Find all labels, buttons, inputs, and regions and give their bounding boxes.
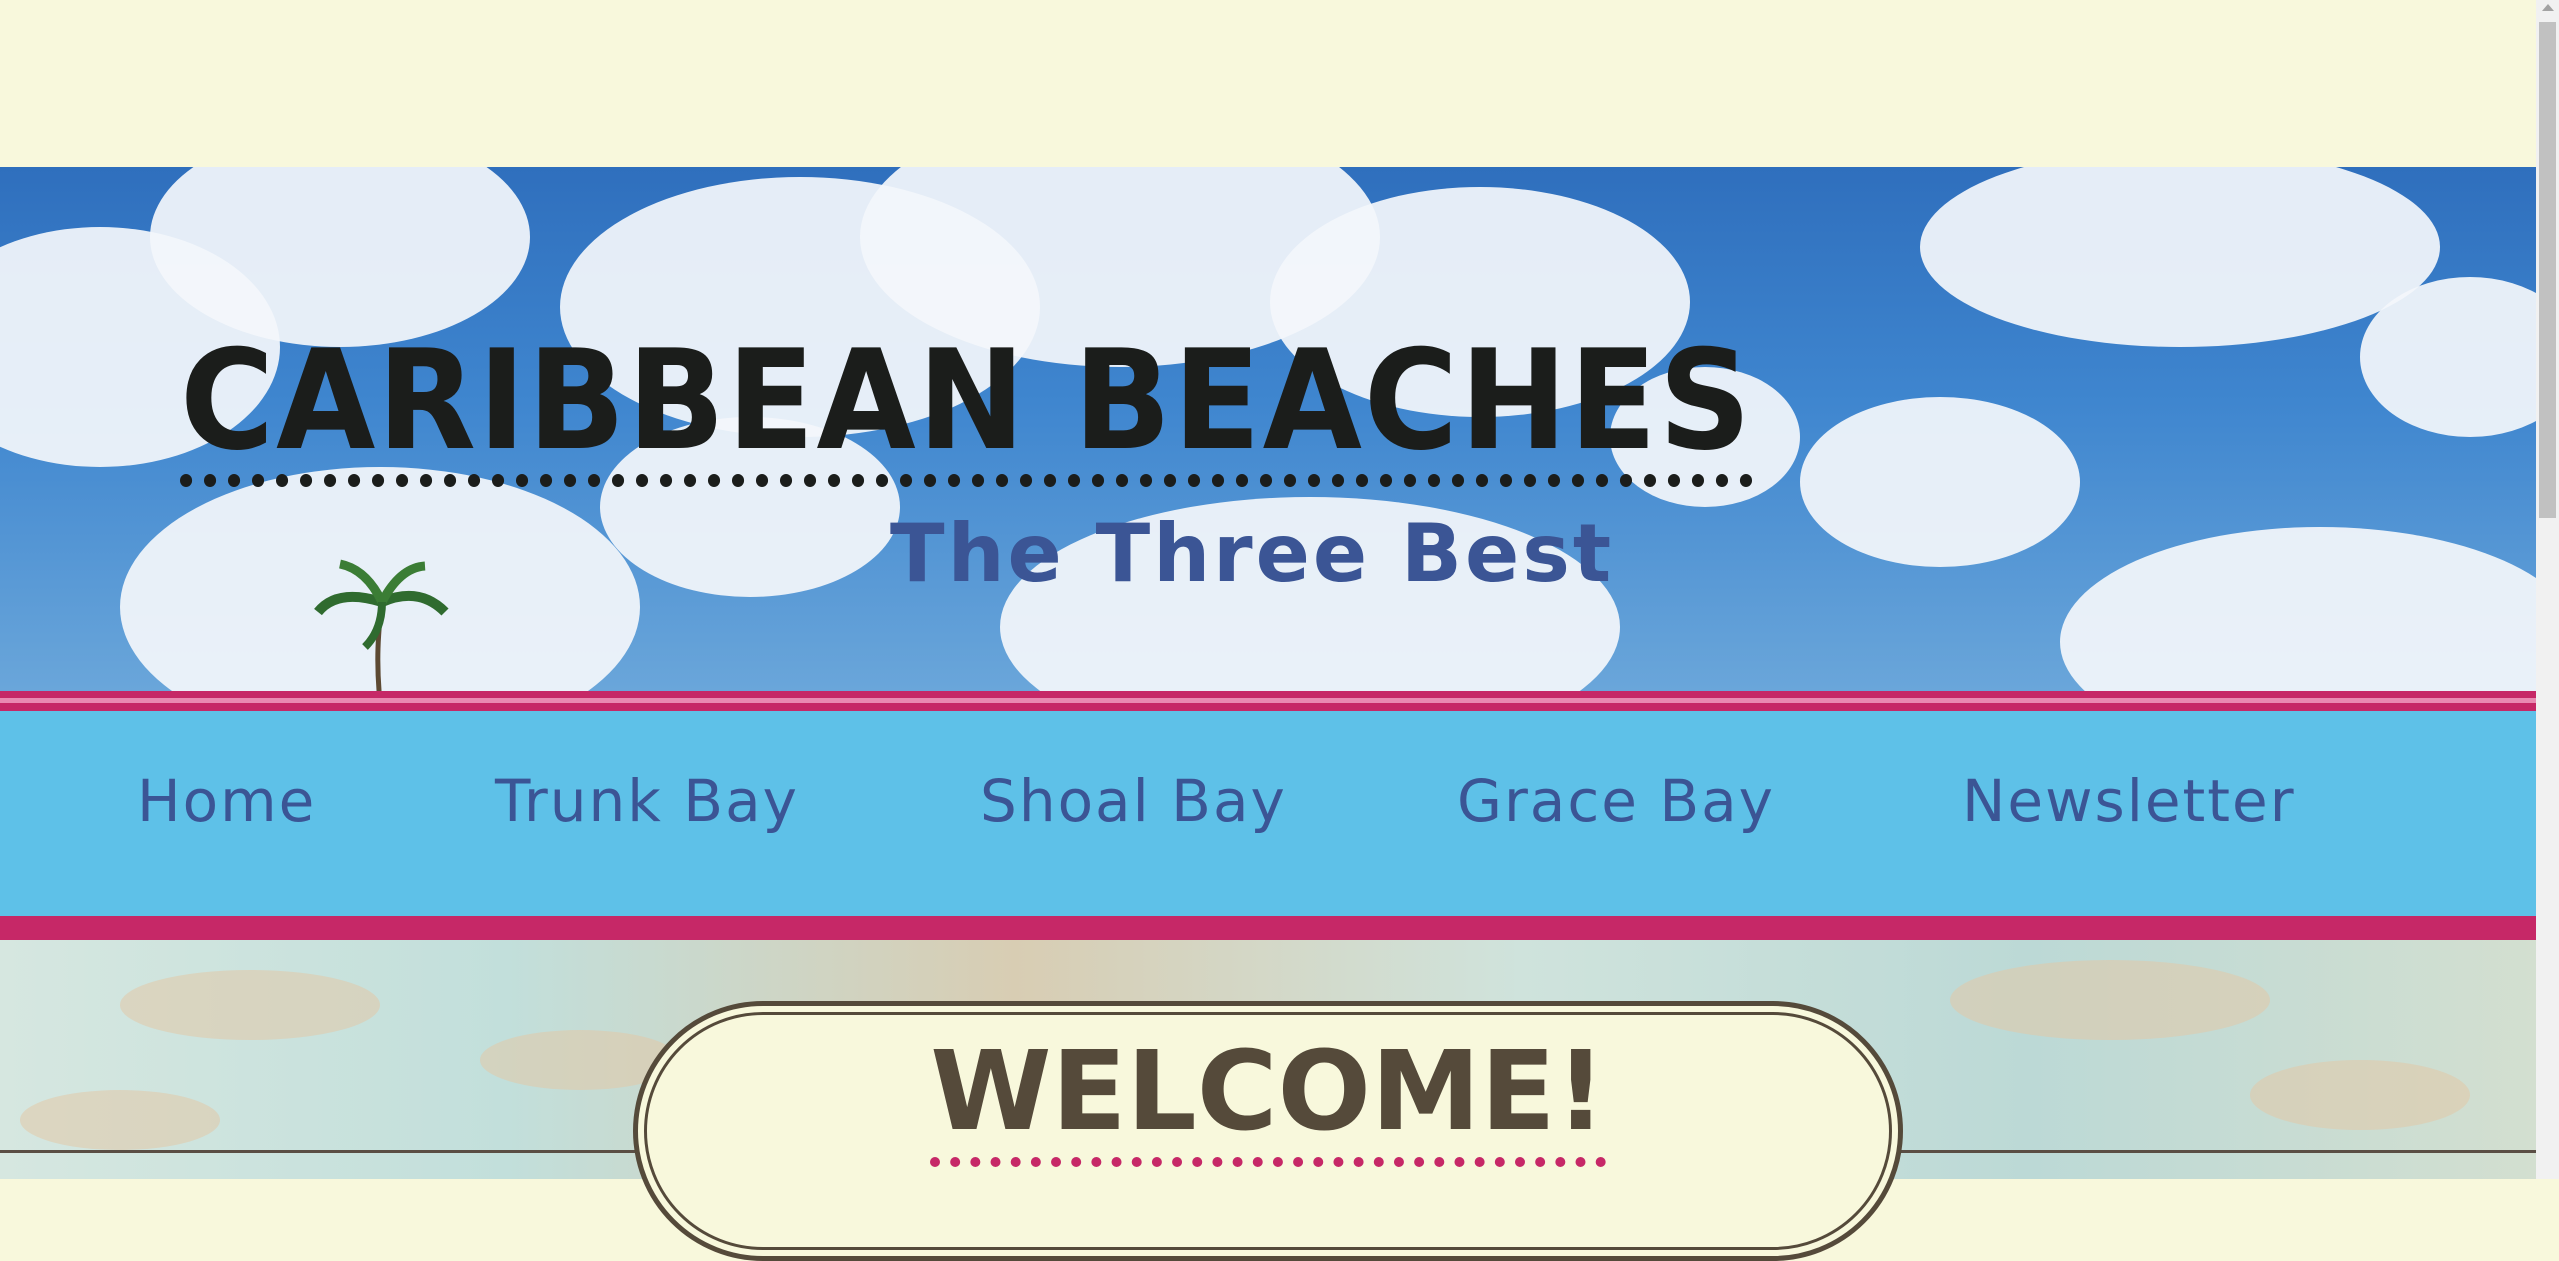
scrollbar-thumb[interactable] xyxy=(2539,22,2556,518)
vertical-scrollbar[interactable] xyxy=(2536,0,2559,1179)
welcome-heading: Welcome! xyxy=(638,1027,1898,1167)
nav-link-grace-bay[interactable]: Grace Bay xyxy=(1457,767,1775,835)
nav-link-trunk-bay[interactable]: Trunk Bay xyxy=(495,767,799,835)
cloud xyxy=(1800,397,2080,567)
nav-link-shoal-bay[interactable]: Shoal Bay xyxy=(980,767,1287,835)
cloud xyxy=(2060,527,2536,692)
hero-banner: Caribbean Beaches The Three Best xyxy=(0,167,2536,692)
divider-stripe xyxy=(0,691,2536,698)
wood-patch xyxy=(2250,1060,2470,1130)
divider-stripe xyxy=(0,916,2536,940)
wood-patch xyxy=(20,1090,220,1150)
scroll-up-arrow-icon[interactable] xyxy=(2542,4,2554,11)
cloud xyxy=(1920,167,2440,347)
site-title: Caribbean Beaches xyxy=(180,332,1753,487)
nav-link-newsletter[interactable]: Newsletter xyxy=(1962,767,2296,835)
top-band xyxy=(0,0,2536,167)
nav-link-home[interactable]: Home xyxy=(137,767,316,835)
wood-patch xyxy=(120,970,380,1040)
wood-patch xyxy=(1950,960,2270,1040)
welcome-heading-text: Welcome! xyxy=(930,1027,1606,1167)
divider-stripe xyxy=(0,703,2536,711)
main-navigation: Home Trunk Bay Shoal Bay Grace Bay Newsl… xyxy=(0,711,2536,916)
welcome-card: Welcome! xyxy=(633,1001,1903,1261)
island-with-palm-image xyxy=(314,559,449,692)
site-subtitle: The Three Best xyxy=(890,507,1615,600)
